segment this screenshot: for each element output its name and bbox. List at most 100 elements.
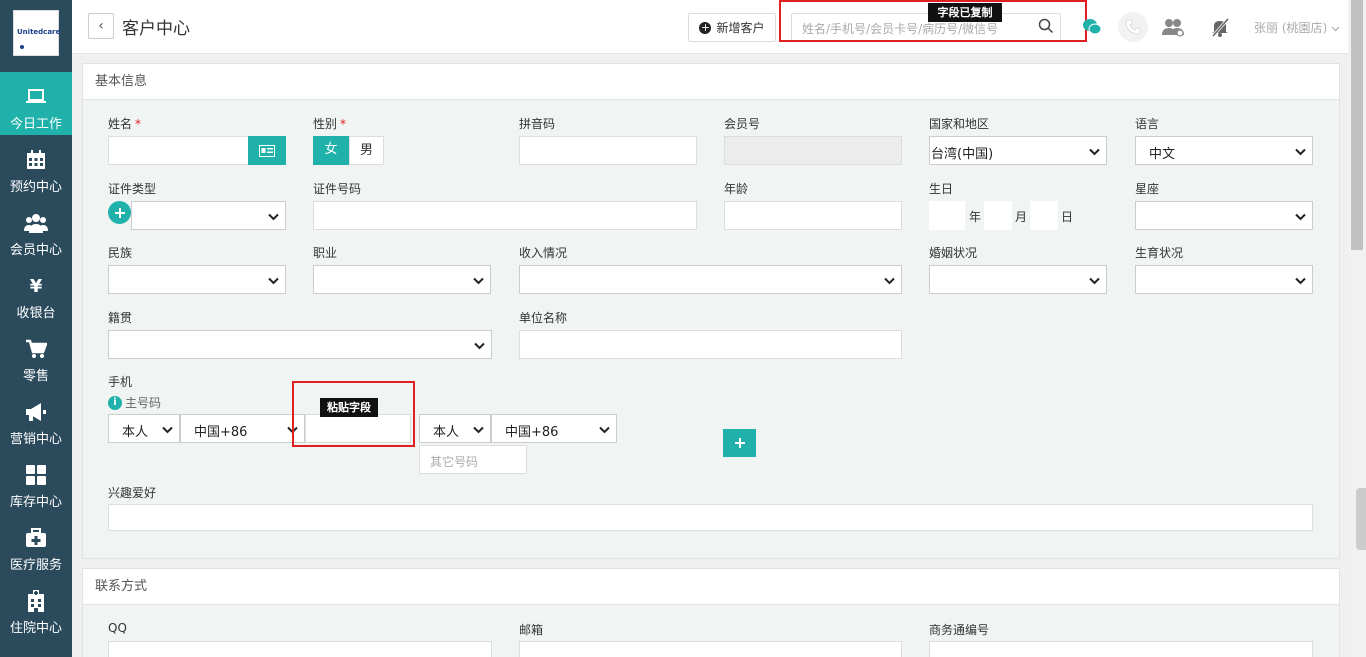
sidebar-item-cashier[interactable]: ¥ 收银台: [0, 261, 72, 324]
native-place-select[interactable]: [108, 330, 492, 359]
page-scrollbar[interactable]: [1348, 0, 1366, 657]
hobby-label: 兴趣爱好: [108, 486, 157, 500]
age-input[interactable]: [724, 201, 902, 230]
select-value: 中文: [1149, 147, 1176, 162]
cart-icon: [0, 338, 72, 360]
sidebar-item-label: 会员中心: [9, 243, 62, 258]
section-title: 基本信息: [83, 64, 1339, 100]
income-select[interactable]: [519, 265, 902, 294]
add-phone-button[interactable]: [723, 429, 756, 457]
marital-select[interactable]: [929, 265, 1107, 294]
required-mark: *: [135, 117, 142, 131]
logo: Unitedcare: [13, 10, 60, 56]
ethnicity-label: 民族: [108, 246, 133, 260]
job-select[interactable]: [313, 265, 491, 294]
id-no-input[interactable]: [313, 201, 697, 230]
sidebar-item-member[interactable]: 会员中心: [0, 198, 72, 261]
name-label: 姓名 *: [108, 115, 141, 132]
calendar-icon: [0, 149, 72, 171]
back-button[interactable]: ‹: [88, 13, 114, 39]
pinyin-input[interactable]: [519, 136, 697, 165]
scrollbar-thumb[interactable]: [1351, 0, 1363, 250]
megaphone-icon: [0, 401, 72, 423]
label-text: 性别: [313, 117, 338, 131]
gender-label: 性别 *: [313, 115, 346, 132]
chevron-down-icon: [473, 423, 484, 438]
wechat-icon[interactable]: [1077, 12, 1107, 42]
sidebar-item-label: 住院中心: [9, 621, 62, 636]
birth-year-input[interactable]: [929, 201, 965, 230]
phone-icon[interactable]: [1118, 12, 1148, 42]
chevron-down-icon: [1331, 21, 1340, 35]
gender-male-option[interactable]: 男: [349, 136, 384, 165]
user-name: 张丽 (桃園店): [1254, 21, 1328, 35]
plus-circle-icon: +: [699, 20, 712, 34]
id-card-icon: [259, 144, 275, 157]
sidebar-item-inventory[interactable]: 库存中心: [0, 450, 72, 513]
id-type-select[interactable]: [131, 201, 286, 230]
sidebar-item-medical[interactable]: 医疗服务: [0, 513, 72, 576]
company-label: 单位名称: [519, 311, 568, 325]
chevron-down-icon: [1089, 145, 1100, 160]
id-card-read-button[interactable]: [248, 136, 286, 165]
select-value: 台湾(中国): [931, 147, 994, 162]
birth-month-input[interactable]: [984, 201, 1012, 230]
info-icon: i: [108, 395, 122, 410]
chevron-down-icon: [1295, 210, 1306, 225]
section-title: 联系方式: [83, 569, 1339, 605]
name-input[interactable]: [108, 136, 250, 165]
side-tab[interactable]: [1356, 488, 1366, 550]
new-customer-label: 新增客户: [716, 21, 765, 35]
ethnicity-select[interactable]: [108, 265, 286, 294]
medkit-icon: [0, 527, 72, 549]
chevron-down-icon: [884, 274, 895, 289]
group-icon[interactable]: [1158, 12, 1188, 42]
other-number-input[interactable]: 其它号码: [419, 445, 527, 474]
sidebar-item-label: 今日工作: [9, 117, 62, 132]
income-label: 收入情况: [519, 246, 568, 260]
sidebar-item-retail[interactable]: 零售: [0, 324, 72, 387]
relation-select-2[interactable]: 本人: [419, 414, 491, 443]
hobby-input[interactable]: [108, 504, 1313, 531]
chevron-down-icon: [268, 210, 279, 225]
chevron-down-icon: [599, 423, 610, 438]
user-menu[interactable]: 张丽 (桃園店): [1254, 19, 1340, 36]
month-unit: 月: [1015, 210, 1028, 224]
id-type-label: 证件类型: [108, 182, 157, 196]
email-input[interactable]: [519, 641, 902, 657]
biz-id-input[interactable]: [929, 641, 1313, 657]
company-input[interactable]: [519, 330, 902, 359]
yen-icon: ¥: [29, 275, 43, 297]
country-label: 国家和地区: [929, 117, 990, 131]
sidebar-item-marketing[interactable]: 营销中心: [0, 387, 72, 450]
fertility-select[interactable]: [1135, 265, 1313, 294]
select-value: 中国+86: [505, 425, 559, 440]
chevron-down-icon: [1089, 274, 1100, 289]
pinyin-label: 拼音码: [519, 117, 556, 131]
age-label: 年龄: [724, 182, 749, 196]
chevron-down-icon: [474, 339, 485, 354]
birth-day-input[interactable]: [1030, 201, 1058, 230]
gender-female-option[interactable]: 女: [313, 136, 349, 165]
birthday-label: 生日: [929, 182, 954, 196]
select-value: 中国+86: [194, 425, 248, 440]
select-value: 本人: [433, 425, 460, 440]
relation-select[interactable]: 本人: [108, 414, 180, 443]
top-bar: ‹ 客户中心 + 新增客户 姓名/手机号/会员卡号/病历号/微信号 字段已复制 …: [72, 0, 1348, 54]
bell-off-icon[interactable]: [1205, 12, 1235, 42]
sidebar-item-today[interactable]: 今日工作: [0, 72, 72, 135]
new-customer-button[interactable]: + 新增客户: [688, 13, 776, 42]
language-select[interactable]: 中文: [1135, 136, 1313, 165]
area-code-select[interactable]: 中国+86: [180, 414, 305, 443]
qq-input[interactable]: [108, 641, 492, 657]
area-code-select-2[interactable]: 中国+86: [491, 414, 617, 443]
sidebar-item-appointment[interactable]: 预约中心: [0, 135, 72, 198]
year-unit: 年: [969, 210, 982, 224]
add-id-button[interactable]: [108, 201, 131, 224]
sidebar-item-label: 医疗服务: [9, 558, 62, 573]
language-label: 语言: [1135, 117, 1160, 131]
sidebar-item-inpatient[interactable]: 住院中心: [0, 576, 72, 639]
country-select[interactable]: 台湾(中国): [929, 136, 1107, 165]
chevron-down-icon: [162, 423, 173, 438]
zodiac-select[interactable]: [1135, 201, 1313, 230]
